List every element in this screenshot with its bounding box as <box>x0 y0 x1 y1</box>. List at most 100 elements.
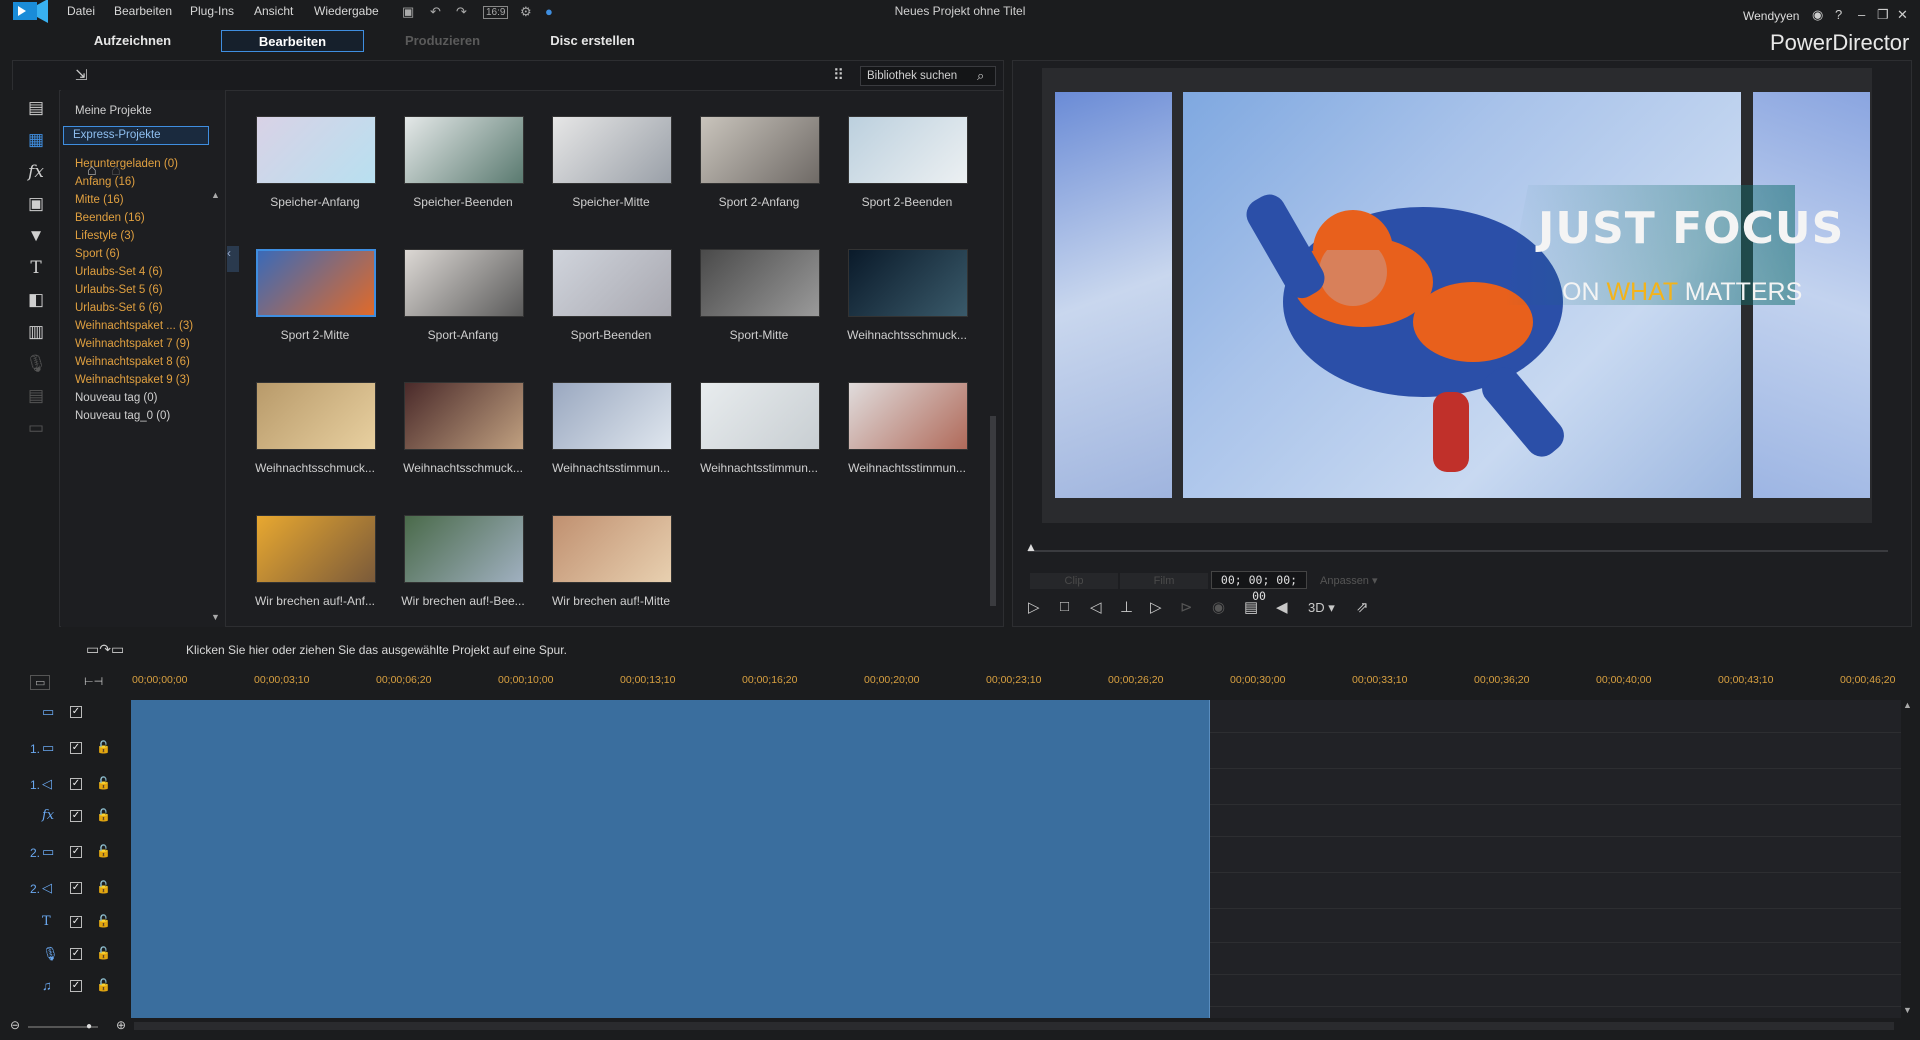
stop-icon[interactable]: □ <box>1060 598 1069 615</box>
track-lock-icon[interactable]: 🔓 <box>96 740 111 754</box>
close-icon[interactable]: ✕ <box>1897 7 1908 23</box>
media-room-icon[interactable]: ▤ <box>24 96 48 120</box>
help-icon[interactable]: ? <box>1835 7 1842 22</box>
menu-datei[interactable]: Datei <box>67 4 95 18</box>
template-tile[interactable]: Sport 2-Beenden <box>828 100 976 210</box>
timeline-view-icon[interactable]: ▭ <box>30 675 51 690</box>
scroll-down-icon[interactable]: ▼ <box>211 612 220 622</box>
voiceover-icon[interactable]: 🎙 <box>24 352 48 376</box>
pip-room-icon[interactable]: ▣ <box>24 192 48 216</box>
track-enable-checkbox[interactable]: ✓ <box>70 742 82 754</box>
track-enable-checkbox[interactable]: ✓ <box>70 980 82 992</box>
timeline-hscroll[interactable] <box>134 1022 1894 1030</box>
timeline-scroll-up-icon[interactable]: ▲ <box>1903 700 1912 710</box>
snapshot-icon[interactable]: ◉ <box>1212 598 1225 616</box>
tab-disc-erstellen[interactable]: Disc erstellen <box>530 30 655 52</box>
fast-forward-icon[interactable]: ⊳ <box>1180 598 1193 616</box>
import-icon[interactable]: ⇲ <box>75 66 88 84</box>
track-enable-checkbox[interactable]: ✓ <box>70 882 82 894</box>
undock-icon[interactable]: ⇗ <box>1356 598 1369 616</box>
fx-room-icon[interactable]: fx <box>24 160 48 184</box>
category-item[interactable]: Urlaubs-Set 5 (6) <box>75 284 163 296</box>
template-tile[interactable]: Sport-Anfang <box>384 233 532 343</box>
track-enable-checkbox[interactable]: ✓ <box>70 706 82 718</box>
transition-room-icon[interactable]: ◧ <box>24 288 48 312</box>
template-tile[interactable]: Wir brechen auf!-Anf... <box>236 499 384 609</box>
menu-bearbeiten[interactable]: Bearbeiten <box>114 4 172 18</box>
subtitle-toggle-icon[interactable]: ▤ <box>1244 598 1258 616</box>
category-item[interactable]: Weihnachtspaket 9 (3) <box>75 374 190 386</box>
zoom-in-icon[interactable]: ⊕ <box>116 1018 126 1032</box>
restore-icon[interactable]: ❐ <box>1877 7 1889 23</box>
aspect-ratio-select[interactable]: 16:9 <box>483 6 509 19</box>
track-enable-checkbox[interactable]: ✓ <box>70 810 82 822</box>
tab-produzieren[interactable]: Produzieren <box>380 30 505 52</box>
category-item[interactable]: Heruntergeladen (0) <box>75 158 178 170</box>
category-item[interactable]: Anfang (16) <box>75 176 135 188</box>
audio-mix-icon[interactable]: ▥ <box>24 320 48 344</box>
template-tile[interactable]: Sport 2-Mitte <box>236 233 384 343</box>
track-lock-icon[interactable]: 🔓 <box>96 946 111 960</box>
title-room-icon[interactable]: T <box>24 256 48 280</box>
category-item[interactable]: Nouveau tag (0) <box>75 392 157 404</box>
3d-mode-select[interactable]: 3D ▾ <box>1308 600 1335 616</box>
track-enable-checkbox[interactable]: ✓ <box>70 948 82 960</box>
category-item[interactable]: Urlaubs-Set 6 (6) <box>75 302 163 314</box>
template-thumbnail[interactable] <box>848 116 968 184</box>
tab-aufzeichnen[interactable]: Aufzeichnen <box>70 30 195 52</box>
category-item[interactable]: Urlaubs-Set 4 (6) <box>75 266 163 278</box>
category-item[interactable]: Beenden (16) <box>75 212 145 224</box>
particle-room-icon[interactable]: ▼ <box>24 224 48 248</box>
template-tile[interactable]: Speicher-Anfang <box>236 100 384 210</box>
tab-bearbeiten[interactable]: Bearbeiten <box>221 30 364 52</box>
template-thumbnail[interactable] <box>700 382 820 450</box>
grid-view-icon[interactable]: ⠿ <box>833 66 844 84</box>
search-icon[interactable]: ⌕ <box>977 68 984 84</box>
play-icon[interactable]: ▷ <box>1028 598 1040 616</box>
template-tile[interactable]: Sport-Mitte <box>680 233 828 343</box>
library-scrollbar[interactable] <box>990 96 996 606</box>
category-item[interactable]: Weihnachtspaket ... (3) <box>75 320 193 332</box>
seek-handle[interactable]: ▲ <box>1025 540 1037 554</box>
template-thumbnail[interactable] <box>552 116 672 184</box>
library-search[interactable]: Bibliothek suchen ⌕ <box>860 66 996 86</box>
template-tile[interactable]: Wir brechen auf!-Mitte <box>532 499 680 609</box>
template-thumbnail[interactable] <box>256 249 376 317</box>
category-item[interactable]: Lifestyle (3) <box>75 230 134 242</box>
storyboard-toggle-icon[interactable]: ▭↷▭ <box>86 641 124 658</box>
time-ruler[interactable]: 00;00;00;00 00;00;03;10 00;00;06;20 00;00;1… <box>130 674 1900 690</box>
template-tile[interactable]: Weihnachtsschmuck... <box>236 366 384 476</box>
template-thumbnail[interactable] <box>848 249 968 317</box>
track-lock-icon[interactable]: 🔓 <box>96 914 111 928</box>
express-projects-icon[interactable]: ▦ <box>24 128 48 152</box>
template-tile[interactable]: Weihnachtsstimmun... <box>680 366 828 476</box>
category-item[interactable]: Nouveau tag_0 (0) <box>75 410 170 422</box>
my-projects-link[interactable]: Meine Projekte <box>75 105 152 117</box>
category-item[interactable]: Weihnachtspaket 8 (6) <box>75 356 190 368</box>
track-lock-icon[interactable]: 🔓 <box>96 776 111 790</box>
template-thumbnail[interactable] <box>552 249 672 317</box>
menu-ansicht[interactable]: Ansicht <box>254 4 293 18</box>
express-projects-link[interactable]: Express-Projekte <box>63 126 209 145</box>
category-item[interactable]: Sport (6) <box>75 248 120 260</box>
template-tile[interactable]: Wir brechen auf!-Bee... <box>384 499 532 609</box>
user-name[interactable]: Wendyyen <box>1743 9 1799 23</box>
template-thumbnail[interactable] <box>552 515 672 583</box>
previous-frame-icon[interactable]: ◁ <box>1090 598 1102 616</box>
track-lock-icon[interactable]: 🔓 <box>96 978 111 992</box>
next-frame-icon[interactable]: ▷ <box>1150 598 1162 616</box>
track-lock-icon[interactable]: 🔓 <box>96 844 111 858</box>
template-thumbnail[interactable] <box>256 116 376 184</box>
subtitle-icon[interactable]: ▭ <box>24 416 48 440</box>
volume-icon[interactable]: ◀ <box>1276 598 1288 616</box>
save-icon[interactable]: ▣ <box>402 4 414 20</box>
template-tile[interactable]: Weihnachtsstimmun... <box>532 366 680 476</box>
chapter-icon[interactable]: ▤ <box>24 384 48 408</box>
track-enable-checkbox[interactable]: ✓ <box>70 846 82 858</box>
notification-icon[interactable]: ● <box>545 4 553 19</box>
template-thumbnail[interactable] <box>404 515 524 583</box>
fit-timeline-icon[interactable]: ⊢⊣ <box>84 675 103 688</box>
timeline-scroll-down-icon[interactable]: ▼ <box>1903 1005 1912 1015</box>
template-thumbnail[interactable] <box>848 382 968 450</box>
template-thumbnail[interactable] <box>256 382 376 450</box>
